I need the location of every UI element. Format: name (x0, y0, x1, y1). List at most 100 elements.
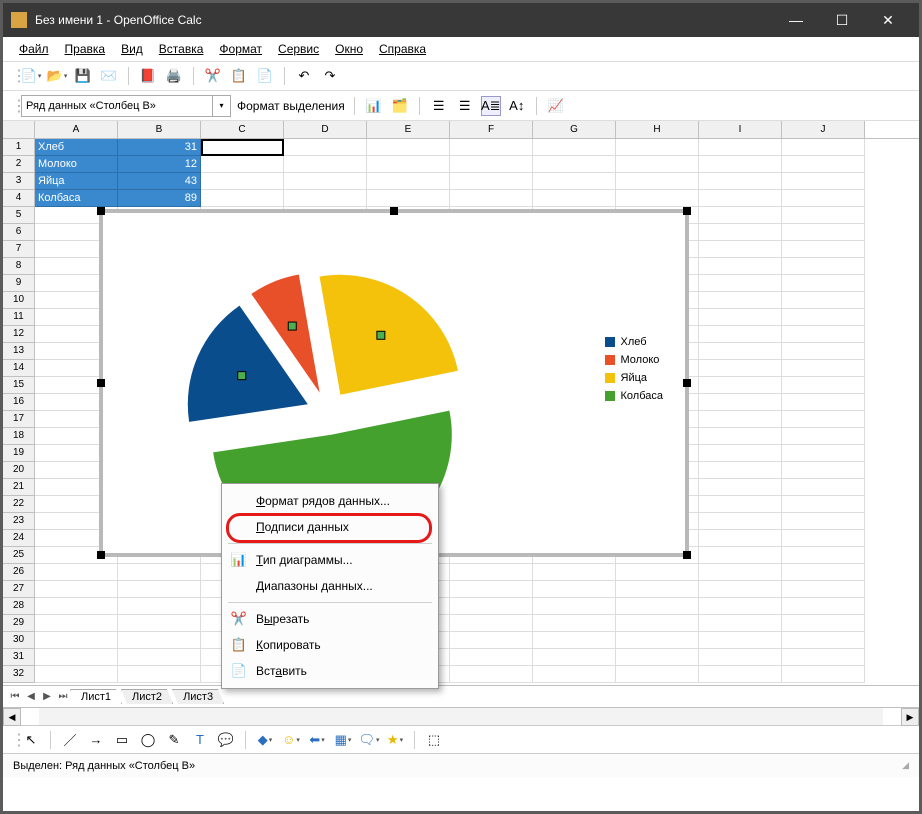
scroll-right-button[interactable]: ▶ (901, 708, 919, 726)
chart-data-button[interactable]: 🗂️ (390, 96, 410, 116)
cm-copy[interactable]: 📋Копировать (222, 632, 438, 658)
pie-slice[interactable] (320, 275, 458, 395)
resize-handle-icon[interactable] (683, 379, 691, 387)
resize-handle-icon[interactable] (390, 207, 398, 215)
cell-C1[interactable] (201, 139, 284, 156)
legend-item[interactable]: Хлеб (605, 333, 664, 351)
first-sheet-button[interactable]: ⏮ (7, 691, 23, 702)
legend-item[interactable]: Молоко (605, 351, 664, 369)
cm-data-ranges[interactable]: Диапазоны данных... (222, 573, 438, 599)
freeform-tool[interactable]: ✎ (164, 730, 184, 750)
resize-handle-icon[interactable] (97, 207, 105, 215)
cell-B2[interactable]: 12 (118, 156, 201, 173)
rect-tool[interactable]: ▭ (112, 730, 132, 750)
menu-view[interactable]: Вид (113, 40, 151, 58)
cm-cut[interactable]: ✂️Вырезать (222, 606, 438, 632)
resize-handle-icon[interactable] (97, 379, 105, 387)
sheet-tab-3[interactable]: Лист3 (172, 689, 224, 704)
arrow-tool[interactable]: → (86, 730, 106, 750)
horizontal-scrollbar[interactable]: ◀ ▶ (3, 707, 919, 725)
ellipse-tool[interactable]: ◯ (138, 730, 158, 750)
scale-text-button[interactable]: A↕ (507, 96, 527, 116)
layout-button[interactable]: 📈 (546, 96, 566, 116)
resize-grip-icon[interactable]: ◢ (902, 760, 909, 771)
prev-sheet-button[interactable]: ◀ (23, 691, 39, 702)
legend-button[interactable]: A≣ (481, 96, 501, 116)
cell-B4[interactable]: 89 (118, 190, 201, 207)
series-handle-icon[interactable] (288, 322, 296, 330)
col-header-D[interactable]: D (284, 121, 367, 138)
resize-handle-icon[interactable] (97, 551, 105, 559)
col-header-C[interactable]: C (201, 121, 284, 138)
col-header-J[interactable]: J (782, 121, 865, 138)
resize-handle-icon[interactable] (683, 551, 691, 559)
series-handle-icon[interactable] (377, 331, 385, 339)
cut-button[interactable]: ✂️ (203, 66, 223, 86)
undo-button[interactable]: ↶ (294, 66, 314, 86)
cell-A3[interactable]: Яйца (35, 173, 118, 190)
name-box[interactable]: Ряд данных «Столбец B» ▾ (21, 95, 231, 117)
minimize-button[interactable]: — (773, 3, 819, 37)
menu-file[interactable]: Файл (11, 40, 57, 58)
col-header-G[interactable]: G (533, 121, 616, 138)
last-sheet-button[interactable]: ⏭ (55, 691, 71, 702)
grid-v-button[interactable]: ☰ (455, 96, 475, 116)
redo-button[interactable]: ↷ (320, 66, 340, 86)
format-selection-button[interactable]: Формат выделения (237, 99, 345, 113)
line-tool[interactable]: ／ (60, 730, 80, 750)
cell-B1[interactable]: 31 (118, 139, 201, 156)
col-header-E[interactable]: E (367, 121, 450, 138)
open-button[interactable]: 📂▾ (47, 66, 67, 86)
legend-item[interactable]: Яйца (605, 369, 664, 387)
row-header[interactable]: 4 (3, 190, 35, 207)
series-handle-icon[interactable] (238, 372, 246, 380)
close-button[interactable]: ✕ (865, 3, 911, 37)
new-doc-button[interactable]: 📄▾ (21, 66, 41, 86)
menu-insert[interactable]: Вставка (151, 40, 212, 58)
email-button[interactable]: ✉️ (99, 66, 119, 86)
print-button[interactable]: 🖨️ (164, 66, 184, 86)
copy-button[interactable]: 📋 (229, 66, 249, 86)
stars-tool[interactable]: ★▾ (385, 730, 405, 750)
col-header-I[interactable]: I (699, 121, 782, 138)
row-header[interactable]: 2 (3, 156, 35, 173)
next-sheet-button[interactable]: ▶ (39, 691, 55, 702)
flowchart-tool[interactable]: ▦▾ (333, 730, 353, 750)
sheet-tab-2[interactable]: Лист2 (121, 689, 173, 704)
save-button[interactable]: 💾 (73, 66, 93, 86)
sheet-tab-1[interactable]: Лист1 (70, 689, 122, 704)
block-arrows-tool[interactable]: ⬅▾ (307, 730, 327, 750)
resize-handle-icon[interactable] (683, 207, 691, 215)
grid-h-button[interactable]: ☰ (429, 96, 449, 116)
cell-A4[interactable]: Колбаса (35, 190, 118, 207)
cm-paste[interactable]: 📄Вставить (222, 658, 438, 684)
col-header-B[interactable]: B (118, 121, 201, 138)
col-header-H[interactable]: H (616, 121, 699, 138)
basic-shapes-tool[interactable]: ◆▾ (255, 730, 275, 750)
chart-legend[interactable]: Хлеб Молоко Яйца Колбаса (605, 333, 664, 405)
cell-A2[interactable]: Молоко (35, 156, 118, 173)
row-header[interactable]: 3 (3, 173, 35, 190)
paste-button[interactable]: 📄 (255, 66, 275, 86)
menu-window[interactable]: Окно (327, 40, 371, 58)
menu-tools[interactable]: Сервис (270, 40, 327, 58)
select-tool[interactable]: ↖ (21, 730, 41, 750)
menu-help[interactable]: Справка (371, 40, 434, 58)
maximize-button[interactable]: ☐ (819, 3, 865, 37)
pdf-export-button[interactable]: 📕 (138, 66, 158, 86)
callouts-tool[interactable]: 🗨▾ (359, 730, 379, 750)
text-tool[interactable]: T (190, 730, 210, 750)
name-box-dropdown-icon[interactable]: ▾ (212, 96, 230, 116)
cell-B3[interactable]: 43 (118, 173, 201, 190)
menu-format[interactable]: Формат (211, 40, 270, 58)
row-header[interactable]: 1 (3, 139, 35, 156)
cm-chart-type[interactable]: 📊Тип диаграммы... (222, 547, 438, 573)
symbol-shapes-tool[interactable]: ☺▾ (281, 730, 301, 750)
chart-type-button[interactable]: 📊 (364, 96, 384, 116)
cell-A1[interactable]: Хлеб (35, 139, 118, 156)
cm-format-series[interactable]: Формат рядов данных... (222, 488, 438, 514)
points-tool[interactable]: ⬚ (424, 730, 444, 750)
legend-item[interactable]: Колбаса (605, 387, 664, 405)
menu-edit[interactable]: Правка (57, 40, 114, 58)
scroll-left-button[interactable]: ◀ (3, 708, 21, 726)
